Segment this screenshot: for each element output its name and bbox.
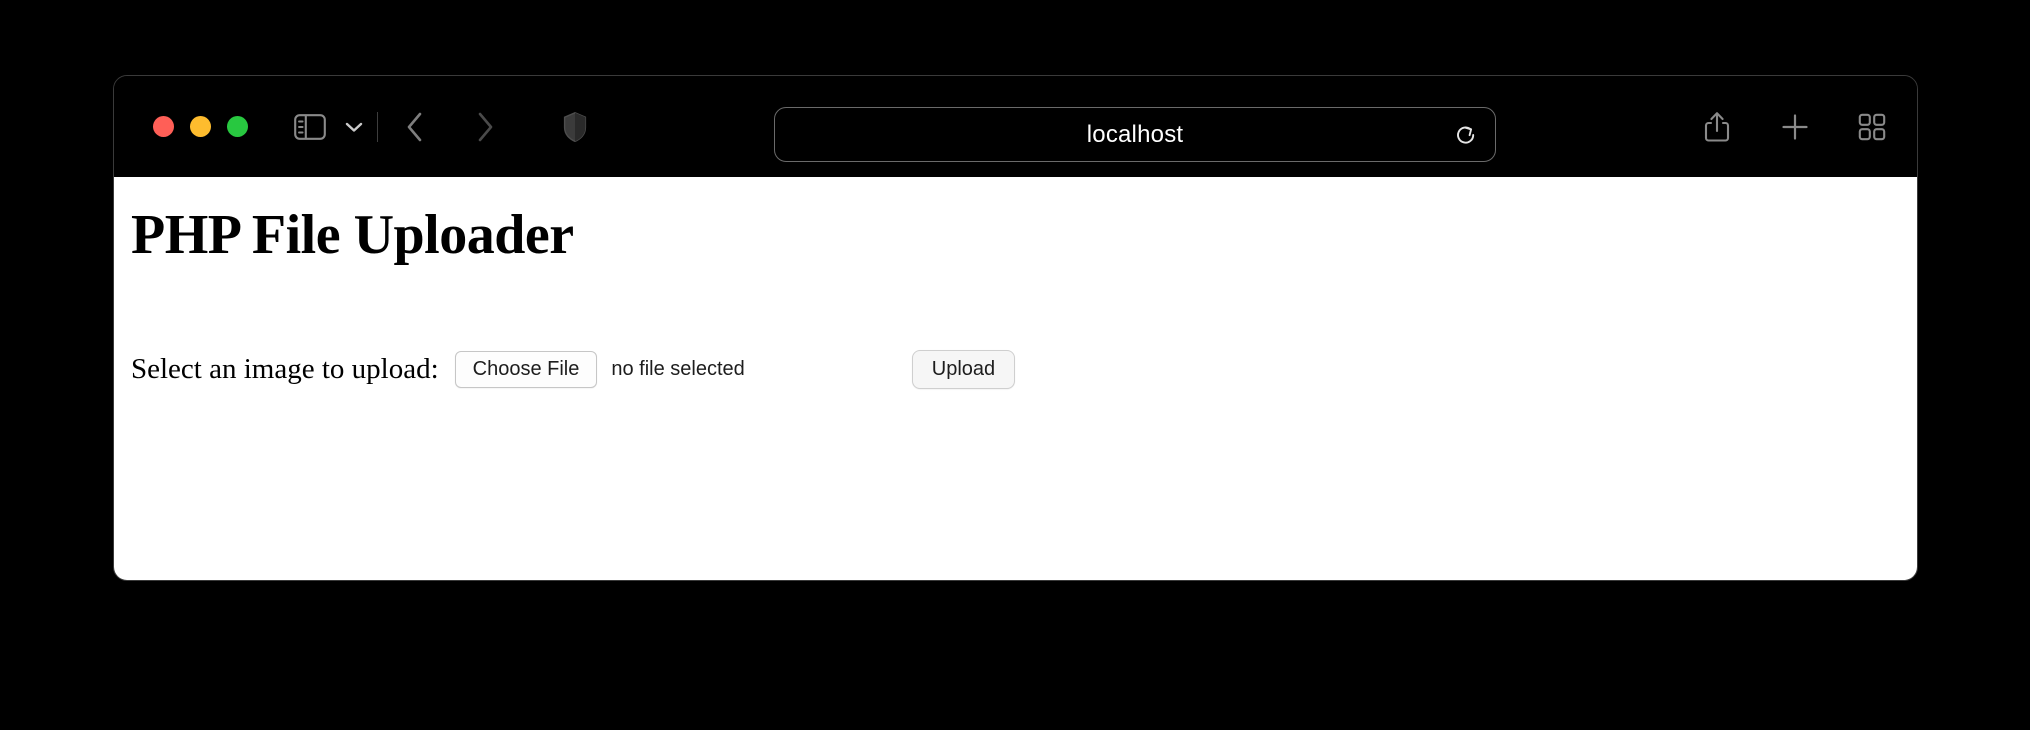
forward-button[interactable] <box>470 110 500 144</box>
safari-browser-window: localhost PHP File Uploader Select an im… <box>113 75 1918 581</box>
toolbar-divider <box>377 111 378 142</box>
sidebar-toggle-icon[interactable] <box>293 110 327 144</box>
address-bar[interactable]: localhost <box>774 107 1496 162</box>
share-icon[interactable] <box>1701 109 1733 145</box>
upload-button[interactable]: Upload <box>911 350 1016 389</box>
chevron-down-icon[interactable] <box>343 116 365 138</box>
page-title: PHP File Uploader <box>131 204 574 266</box>
close-button[interactable] <box>153 116 174 137</box>
choose-file-button[interactable]: Choose File <box>454 351 598 388</box>
upload-form: Select an image to upload: Choose File n… <box>131 350 1016 389</box>
back-button[interactable] <box>400 110 430 144</box>
page-viewport: PHP File Uploader Select an image to upl… <box>114 177 1917 580</box>
reload-icon[interactable] <box>1453 122 1479 148</box>
desktop-background: localhost PHP File Uploader Select an im… <box>0 0 2030 730</box>
file-status-text: no file selected <box>611 358 745 380</box>
toolbar-right-group <box>1701 76 1887 177</box>
window-controls <box>153 116 248 137</box>
file-input[interactable]: Choose File no file selected <box>454 351 745 388</box>
grid-icon[interactable] <box>1857 112 1887 142</box>
shield-icon[interactable] <box>560 110 590 144</box>
address-bar-url: localhost <box>1086 120 1184 148</box>
upload-form-label: Select an image to upload: <box>131 353 439 385</box>
browser-toolbar: localhost <box>114 76 1917 177</box>
maximize-button[interactable] <box>227 116 248 137</box>
plus-icon[interactable] <box>1779 111 1811 143</box>
minimize-button[interactable] <box>190 116 211 137</box>
